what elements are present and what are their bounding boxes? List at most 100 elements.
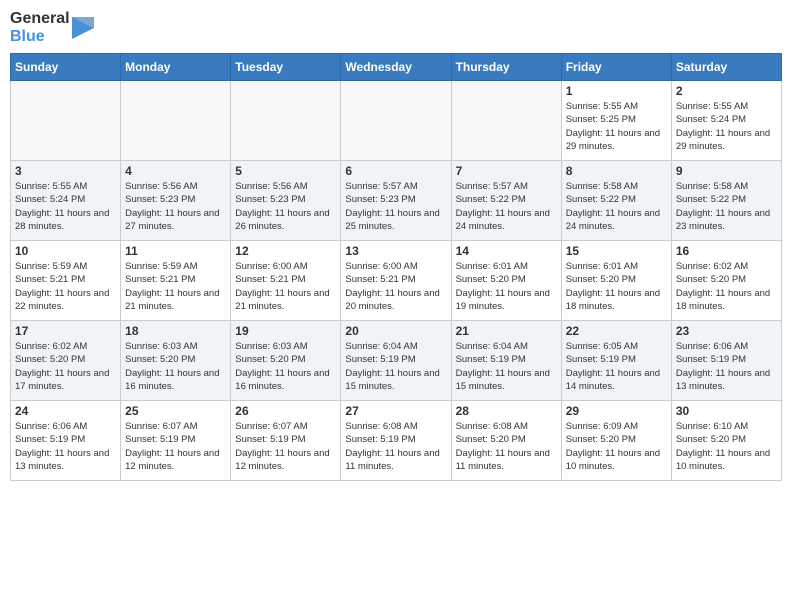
day-cell: 27 Sunrise: 6:08 AM Sunset: 5:19 PM Dayli… [341, 401, 451, 481]
day-cell [121, 81, 231, 161]
logo-general: General [10, 10, 70, 28]
header-cell-sunday: Sunday [11, 54, 121, 81]
day-info: Sunrise: 6:08 AM Sunset: 5:19 PM Dayligh… [345, 420, 446, 473]
day-cell: 28Sunrise: 6:08 AM Sunset: 5:20 PM Dayli… [451, 401, 561, 481]
day-cell: 19Sunrise: 6:03 AM Sunset: 5:20 PM Dayli… [231, 321, 341, 401]
day-cell: 11 Sunrise: 5:59 AM Sunset: 5:21 PM Dayli… [121, 241, 231, 321]
logo: General Blue [10, 10, 94, 45]
day-cell: 25 Sunrise: 6:07 AM Sunset: 5:19 PM Dayli… [121, 401, 231, 481]
day-number: 20 [345, 324, 446, 338]
day-info: Sunrise: 5:59 AM Sunset: 5:21 PM Dayligh… [125, 260, 226, 313]
day-number: 7 [456, 164, 557, 178]
day-info: Sunrise: 5:56 AM Sunset: 5:23 PM Dayligh… [125, 180, 226, 233]
logo-graphic: General Blue [10, 10, 94, 45]
week-row-1: 3Sunrise: 5:55 AM Sunset: 5:24 PM Daylig… [11, 161, 782, 241]
day-number: 14 [456, 244, 557, 258]
day-cell: 17Sunrise: 6:02 AM Sunset: 5:20 PM Dayli… [11, 321, 121, 401]
day-info: Sunrise: 6:03 AM Sunset: 5:20 PM Dayligh… [235, 340, 336, 393]
day-info: Sunrise: 6:01 AM Sunset: 5:20 PM Dayligh… [566, 260, 667, 313]
day-info: Sunrise: 6:01 AM Sunset: 5:20 PM Dayligh… [456, 260, 557, 313]
day-number: 13 [345, 244, 446, 258]
day-cell: 9 Sunrise: 5:58 AM Sunset: 5:22 PM Daylig… [671, 161, 781, 241]
day-number: 29 [566, 404, 667, 418]
day-number: 12 [235, 244, 336, 258]
day-number: 5 [235, 164, 336, 178]
day-info: Sunrise: 6:07 AM Sunset: 5:19 PM Dayligh… [235, 420, 336, 473]
day-number: 28 [456, 404, 557, 418]
day-info: Sunrise: 6:03 AM Sunset: 5:20 PM Dayligh… [125, 340, 226, 393]
day-cell: 18 Sunrise: 6:03 AM Sunset: 5:20 PM Dayli… [121, 321, 231, 401]
week-row-4: 24 Sunrise: 6:06 AM Sunset: 5:19 PM Dayli… [11, 401, 782, 481]
day-number: 21 [456, 324, 557, 338]
day-cell [451, 81, 561, 161]
day-number: 26 [235, 404, 336, 418]
day-cell: 16Sunrise: 6:02 AM Sunset: 5:20 PM Dayli… [671, 241, 781, 321]
day-cell [11, 81, 121, 161]
day-cell: 13Sunrise: 6:00 AM Sunset: 5:21 PM Dayli… [341, 241, 451, 321]
day-info: Sunrise: 6:00 AM Sunset: 5:21 PM Dayligh… [235, 260, 336, 313]
day-cell: 30 Sunrise: 6:10 AM Sunset: 5:20 PM Dayli… [671, 401, 781, 481]
header-cell-monday: Monday [121, 54, 231, 81]
day-number: 16 [676, 244, 777, 258]
day-info: Sunrise: 6:04 AM Sunset: 5:19 PM Dayligh… [345, 340, 446, 393]
day-cell: 15Sunrise: 6:01 AM Sunset: 5:20 PM Dayli… [561, 241, 671, 321]
day-info: Sunrise: 5:58 AM Sunset: 5:22 PM Dayligh… [566, 180, 667, 233]
day-cell: 14 Sunrise: 6:01 AM Sunset: 5:20 PM Dayli… [451, 241, 561, 321]
day-number: 4 [125, 164, 226, 178]
header: General Blue [10, 10, 782, 45]
day-info: Sunrise: 5:59 AM Sunset: 5:21 PM Dayligh… [15, 260, 116, 313]
day-info: Sunrise: 6:10 AM Sunset: 5:20 PM Dayligh… [676, 420, 777, 473]
day-cell: 23 Sunrise: 6:06 AM Sunset: 5:19 PM Dayli… [671, 321, 781, 401]
header-row: SundayMondayTuesdayWednesdayThursdayFrid… [11, 54, 782, 81]
day-info: Sunrise: 6:06 AM Sunset: 5:19 PM Dayligh… [676, 340, 777, 393]
day-info: Sunrise: 6:05 AM Sunset: 5:19 PM Dayligh… [566, 340, 667, 393]
day-info: Sunrise: 6:02 AM Sunset: 5:20 PM Dayligh… [15, 340, 116, 393]
day-cell [341, 81, 451, 161]
day-info: Sunrise: 5:57 AM Sunset: 5:22 PM Dayligh… [456, 180, 557, 233]
day-info: Sunrise: 6:09 AM Sunset: 5:20 PM Dayligh… [566, 420, 667, 473]
day-number: 30 [676, 404, 777, 418]
day-number: 9 [676, 164, 777, 178]
day-number: 22 [566, 324, 667, 338]
day-cell: 22 Sunrise: 6:05 AM Sunset: 5:19 PM Dayli… [561, 321, 671, 401]
day-number: 24 [15, 404, 116, 418]
day-info: Sunrise: 5:57 AM Sunset: 5:23 PM Dayligh… [345, 180, 446, 233]
day-cell: 4 Sunrise: 5:56 AM Sunset: 5:23 PM Daylig… [121, 161, 231, 241]
day-cell: 7 Sunrise: 5:57 AM Sunset: 5:22 PM Daylig… [451, 161, 561, 241]
day-cell: 3Sunrise: 5:55 AM Sunset: 5:24 PM Daylig… [11, 161, 121, 241]
day-number: 25 [125, 404, 226, 418]
calendar-table: SundayMondayTuesdayWednesdayThursdayFrid… [10, 53, 782, 481]
day-number: 8 [566, 164, 667, 178]
header-cell-friday: Friday [561, 54, 671, 81]
day-number: 18 [125, 324, 226, 338]
day-info: Sunrise: 5:55 AM Sunset: 5:24 PM Dayligh… [676, 100, 777, 153]
header-cell-wednesday: Wednesday [341, 54, 451, 81]
day-cell: 29 Sunrise: 6:09 AM Sunset: 5:20 PM Dayli… [561, 401, 671, 481]
day-cell: 8 Sunrise: 5:58 AM Sunset: 5:22 PM Daylig… [561, 161, 671, 241]
day-info: Sunrise: 6:06 AM Sunset: 5:19 PM Dayligh… [15, 420, 116, 473]
header-cell-tuesday: Tuesday [231, 54, 341, 81]
day-number: 1 [566, 84, 667, 98]
day-number: 11 [125, 244, 226, 258]
week-row-3: 17Sunrise: 6:02 AM Sunset: 5:20 PM Dayli… [11, 321, 782, 401]
day-cell: 26 Sunrise: 6:07 AM Sunset: 5:19 PM Dayli… [231, 401, 341, 481]
day-cell: 1Sunrise: 5:55 AM Sunset: 5:25 PM Daylig… [561, 81, 671, 161]
day-cell: 5 Sunrise: 5:56 AM Sunset: 5:23 PM Daylig… [231, 161, 341, 241]
day-cell [231, 81, 341, 161]
day-info: Sunrise: 5:56 AM Sunset: 5:23 PM Dayligh… [235, 180, 336, 233]
header-cell-thursday: Thursday [451, 54, 561, 81]
day-number: 6 [345, 164, 446, 178]
day-info: Sunrise: 6:07 AM Sunset: 5:19 PM Dayligh… [125, 420, 226, 473]
day-cell: 24 Sunrise: 6:06 AM Sunset: 5:19 PM Dayli… [11, 401, 121, 481]
day-number: 23 [676, 324, 777, 338]
day-number: 27 [345, 404, 446, 418]
day-cell: 12 Sunrise: 6:00 AM Sunset: 5:21 PM Dayli… [231, 241, 341, 321]
day-cell: 21Sunrise: 6:04 AM Sunset: 5:19 PM Dayli… [451, 321, 561, 401]
week-row-0: 1Sunrise: 5:55 AM Sunset: 5:25 PM Daylig… [11, 81, 782, 161]
day-number: 10 [15, 244, 116, 258]
header-cell-saturday: Saturday [671, 54, 781, 81]
day-cell: 2Sunrise: 5:55 AM Sunset: 5:24 PM Daylig… [671, 81, 781, 161]
day-info: Sunrise: 5:58 AM Sunset: 5:22 PM Dayligh… [676, 180, 777, 233]
week-row-2: 10 Sunrise: 5:59 AM Sunset: 5:21 PM Dayli… [11, 241, 782, 321]
day-cell: 6 Sunrise: 5:57 AM Sunset: 5:23 PM Daylig… [341, 161, 451, 241]
